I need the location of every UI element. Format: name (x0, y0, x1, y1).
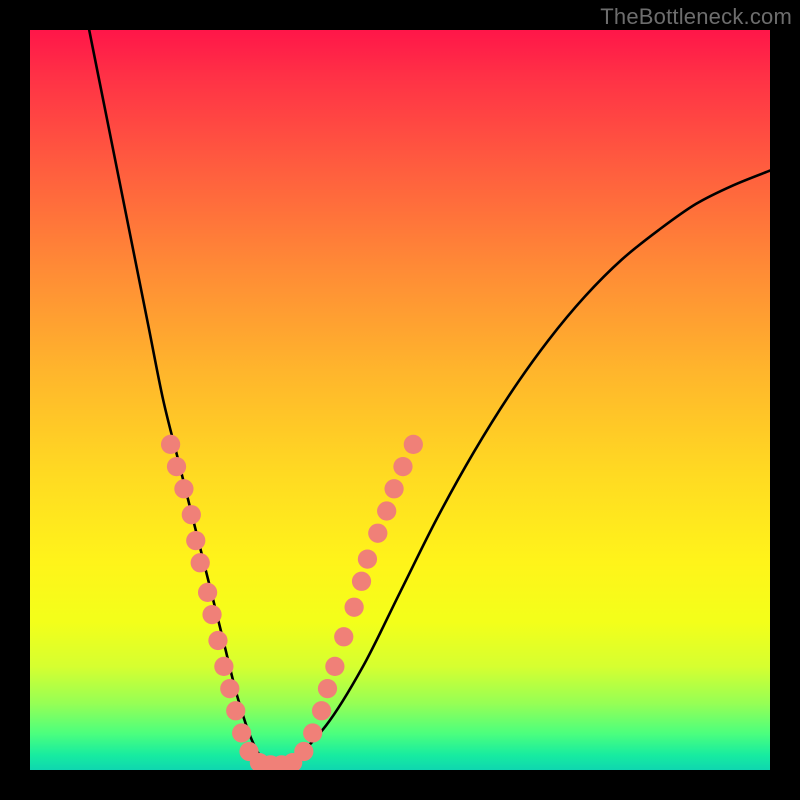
highlight-dot (377, 501, 396, 520)
highlight-dot (303, 723, 322, 742)
highlight-dot (352, 572, 371, 591)
plot-area (30, 30, 770, 770)
highlight-dot (182, 505, 201, 524)
highlight-dot (198, 583, 217, 602)
bottleneck-curve (89, 30, 770, 766)
highlight-dot (226, 701, 245, 720)
highlight-dot (232, 723, 251, 742)
highlight-dot (214, 657, 233, 676)
chart-svg (30, 30, 770, 770)
highlight-dot (174, 479, 193, 498)
highlight-dot (393, 457, 412, 476)
highlight-dot (368, 524, 387, 543)
highlight-dot (202, 605, 221, 624)
highlight-dot (294, 742, 313, 761)
highlight-dot (358, 549, 377, 568)
highlight-dot (404, 435, 423, 454)
highlight-dot (220, 679, 239, 698)
highlight-dot (325, 657, 344, 676)
highlight-dot (186, 531, 205, 550)
highlight-dot (384, 479, 403, 498)
highlight-dots-group (161, 435, 423, 770)
watermark-text: TheBottleneck.com (600, 4, 792, 30)
highlight-dot (167, 457, 186, 476)
highlight-dot (334, 627, 353, 646)
highlight-dot (191, 553, 210, 572)
highlight-dot (318, 679, 337, 698)
highlight-dot (161, 435, 180, 454)
highlight-dot (345, 598, 364, 617)
chart-frame: TheBottleneck.com (0, 0, 800, 800)
highlight-dot (312, 701, 331, 720)
highlight-dot (208, 631, 227, 650)
